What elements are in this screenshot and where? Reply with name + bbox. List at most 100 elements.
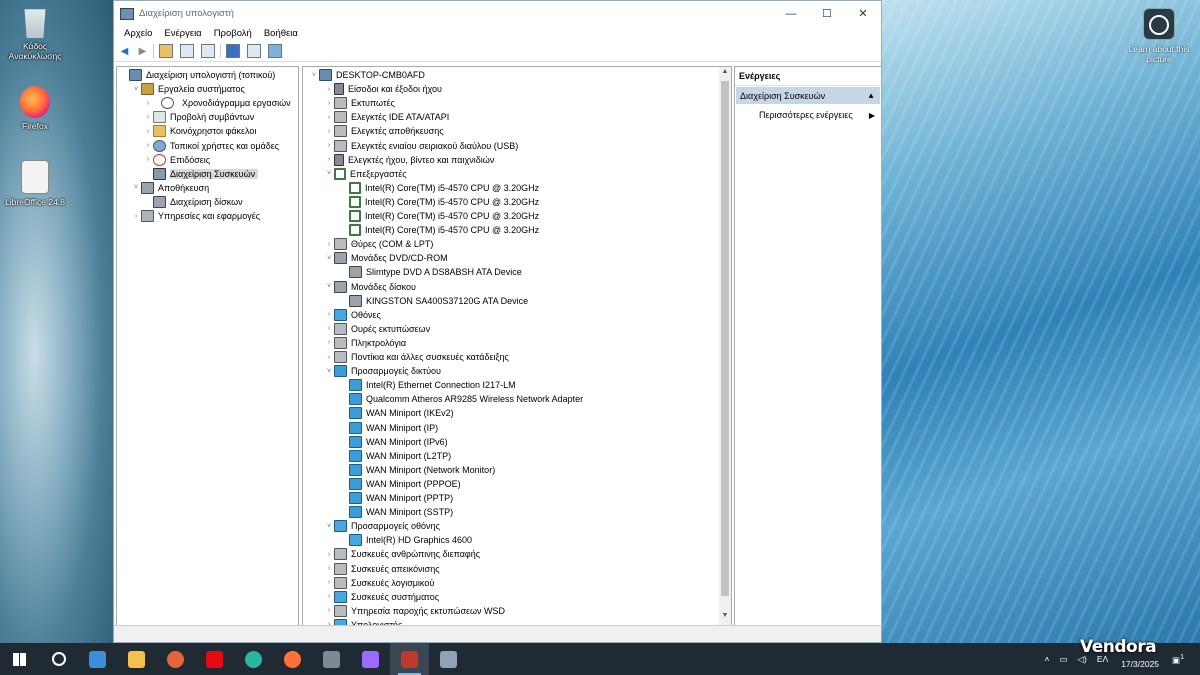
- maximize-button[interactable]: ☐: [809, 1, 845, 26]
- device-tree-row[interactable]: › Πληκτρολόγια: [324, 336, 406, 350]
- menu-action[interactable]: Ενέργεια: [158, 28, 207, 39]
- expand-chevron-right-icon[interactable]: ›: [324, 354, 334, 361]
- console-tree-row[interactable]: › Τοπικοί χρήστες και ομάδες: [143, 139, 279, 153]
- expand-chevron-right-icon[interactable]: ›: [324, 607, 334, 614]
- computer-management-app[interactable]: [390, 643, 429, 675]
- console-tree-row[interactable]: › Χρονοδιάγραμμα εργασιών: [143, 96, 291, 110]
- copilot-app[interactable]: [351, 643, 390, 675]
- device-tree-row[interactable]: › Ελεγκτές IDE ATA/ATAPI: [324, 110, 449, 124]
- expand-chevron-down-icon[interactable]: ˅: [324, 170, 334, 177]
- device-tree-row[interactable]: › Θύρες (COM & LPT): [324, 237, 433, 251]
- device-tree-row[interactable]: WAN Miniport (Network Monitor): [339, 463, 495, 477]
- menu-view[interactable]: Προβολή: [208, 28, 258, 39]
- device-tree-row[interactable]: ˅ Μονάδες DVD/CD-ROM: [324, 251, 448, 265]
- device-tree-row[interactable]: ˅ DESKTOP-CMB0AFD: [309, 68, 425, 82]
- minimize-button[interactable]: —: [773, 1, 809, 26]
- close-button[interactable]: ✕: [845, 1, 881, 26]
- device-tree-row[interactable]: WAN Miniport (PPPOE): [339, 477, 461, 491]
- expand-chevron-down-icon[interactable]: ˅: [324, 523, 334, 530]
- expand-chevron-right-icon[interactable]: ›: [143, 114, 153, 121]
- expand-chevron-right-icon[interactable]: ›: [324, 114, 334, 121]
- action-pane-icon[interactable]: [247, 44, 261, 58]
- expand-chevron-right-icon[interactable]: ›: [324, 241, 334, 248]
- device-tree-row[interactable]: › Είσοδοι και έξοδοι ήχου: [324, 82, 442, 96]
- properties-icon[interactable]: [201, 44, 215, 58]
- device-tree-row[interactable]: › Υπηρεσία παροχής εκτυπώσεων WSD: [324, 604, 505, 618]
- device-tree-row[interactable]: ˅ Επεξεργαστές: [324, 167, 407, 181]
- device-tree-row[interactable]: WAN Miniport (IKEv2): [339, 406, 454, 420]
- scroll-thumb[interactable]: [721, 81, 729, 596]
- forward-arrow-icon[interactable]: ▶: [135, 44, 150, 59]
- network-icon[interactable]: ▭: [1059, 654, 1067, 665]
- device-tree-row[interactable]: WAN Miniport (SSTP): [339, 505, 453, 519]
- device-tree-row[interactable]: › Συσκευές συστήματος: [324, 590, 439, 604]
- store-app[interactable]: [78, 643, 117, 675]
- start-button[interactable]: [0, 643, 39, 675]
- device-tree-row[interactable]: › Ουρές εκτυπώσεων: [324, 322, 430, 336]
- explorer-app[interactable]: [117, 643, 156, 675]
- device-tree-row[interactable]: WAN Miniport (IP): [339, 421, 438, 435]
- media-player-app[interactable]: [156, 643, 195, 675]
- device-tree-row[interactable]: KINGSTON SA400S37120G ATA Device: [339, 294, 528, 308]
- device-tree-row[interactable]: Intel(R) HD Graphics 4600: [339, 533, 472, 547]
- expand-chevron-right-icon[interactable]: ›: [324, 142, 334, 149]
- device-tree-row[interactable]: Intel(R) Core(TM) i5-4570 CPU @ 3.20GHz: [339, 195, 539, 209]
- notification-icon[interactable]: ▣1: [1172, 653, 1184, 666]
- expand-chevron-down-icon[interactable]: ˅: [131, 184, 141, 191]
- expand-chevron-right-icon[interactable]: ›: [143, 156, 153, 163]
- expand-chevron-right-icon[interactable]: ›: [324, 100, 334, 107]
- expand-chevron-right-icon[interactable]: ›: [324, 339, 334, 346]
- recycle-bin-shortcut[interactable]: Κάδος Ανακύκλωσης: [0, 6, 70, 61]
- device-tree-row[interactable]: ˅ Προσαρμογείς οθόνης: [324, 519, 440, 533]
- actions-section-device-manager[interactable]: Διαχείριση Συσκευών ▲: [736, 87, 880, 104]
- expand-chevron-down-icon[interactable]: ˅: [324, 283, 334, 290]
- expand-chevron-down-icon[interactable]: ˅: [324, 255, 334, 262]
- netflix-app[interactable]: [195, 643, 234, 675]
- device-tree-row[interactable]: Slimtype DVD A DS8ABSH ATA Device: [339, 265, 522, 279]
- firefox-app[interactable]: [273, 643, 312, 675]
- console-tree-row[interactable]: › Υπηρεσίες και εφαρμογές: [131, 209, 260, 223]
- back-arrow-icon[interactable]: ◀: [117, 44, 132, 59]
- device-tree-row[interactable]: Qualcomm Atheros AR9285 Wireless Network…: [339, 392, 583, 406]
- collapse-triangle-icon[interactable]: ▲: [867, 91, 875, 100]
- expand-chevron-right-icon[interactable]: ›: [143, 128, 153, 135]
- expand-chevron-right-icon[interactable]: ›: [324, 86, 334, 93]
- device-tree-row[interactable]: › Ποντίκια και άλλες συσκευές κατάδειξης: [324, 350, 509, 364]
- expand-chevron-down-icon[interactable]: ˅: [324, 368, 334, 375]
- expand-chevron-right-icon[interactable]: ›: [324, 311, 334, 318]
- menu-file[interactable]: Αρχείο: [118, 28, 158, 39]
- console-tree-row[interactable]: › Προβολή συμβάντων: [143, 110, 254, 124]
- device-tree-row[interactable]: Intel(R) Core(TM) i5-4570 CPU @ 3.20GHz: [339, 223, 539, 237]
- help-icon[interactable]: [226, 44, 240, 58]
- expand-chevron-right-icon[interactable]: ›: [324, 579, 334, 586]
- expand-chevron-down-icon[interactable]: ˅: [131, 86, 141, 93]
- expand-chevron-right-icon[interactable]: ›: [324, 156, 334, 163]
- device-tree-row[interactable]: › Ελεγκτές ήχου, βίντεο και παιχνιδιών: [324, 153, 494, 167]
- console-tree-row[interactable]: › Κοινόχρηστοι φάκελοι: [143, 124, 256, 138]
- expand-chevron-right-icon[interactable]: ›: [143, 100, 153, 107]
- title-bar[interactable]: Διαχείριση υπολογιστή — ☐ ✕: [114, 1, 881, 26]
- device-tree-row[interactable]: Intel(R) Ethernet Connection I217-LM: [339, 378, 516, 392]
- device-tree-row[interactable]: › Συσκευές ανθρώπινης διεπαφής: [324, 547, 480, 561]
- edge-app[interactable]: [234, 643, 273, 675]
- device-tree-row[interactable]: › Συσκευές λογισμικού: [324, 576, 434, 590]
- expand-chevron-down-icon[interactable]: ˅: [309, 72, 319, 79]
- device-tree-row[interactable]: WAN Miniport (IPv6): [339, 435, 448, 449]
- device-tree-row[interactable]: ˅ Προσαρμογείς δικτύου: [324, 364, 441, 378]
- expand-chevron-right-icon[interactable]: ›: [131, 213, 141, 220]
- vertical-scrollbar[interactable]: ▲ ▼: [719, 67, 731, 625]
- console-tree-row[interactable]: ˅ Αποθήκευση: [131, 181, 209, 195]
- up-folder-icon[interactable]: [159, 44, 173, 58]
- firefox-shortcut[interactable]: Firefox: [0, 86, 70, 131]
- console-tree-row[interactable]: Διαχείριση Συσκευών: [143, 167, 259, 181]
- device-tree-row[interactable]: › Εκτυπωτές: [324, 96, 395, 110]
- learn-about-picture[interactable]: Learn about this picture: [1128, 8, 1190, 64]
- calculator-app[interactable]: [312, 643, 351, 675]
- scroll-down-icon[interactable]: ▼: [719, 612, 731, 624]
- expand-chevron-right-icon[interactable]: ›: [324, 551, 334, 558]
- device-tree-row[interactable]: › Ελεγκτές ενιαίου σειριακού διαύλου (USB…: [324, 139, 518, 153]
- chevron-up-icon[interactable]: ˄: [1044, 654, 1049, 664]
- console-tree-row[interactable]: › Επιδόσεις: [143, 153, 210, 167]
- menu-help[interactable]: Βοήθεια: [258, 28, 304, 39]
- console-tree-row[interactable]: Διαχείριση υπολογιστή (τοπικού): [119, 68, 275, 82]
